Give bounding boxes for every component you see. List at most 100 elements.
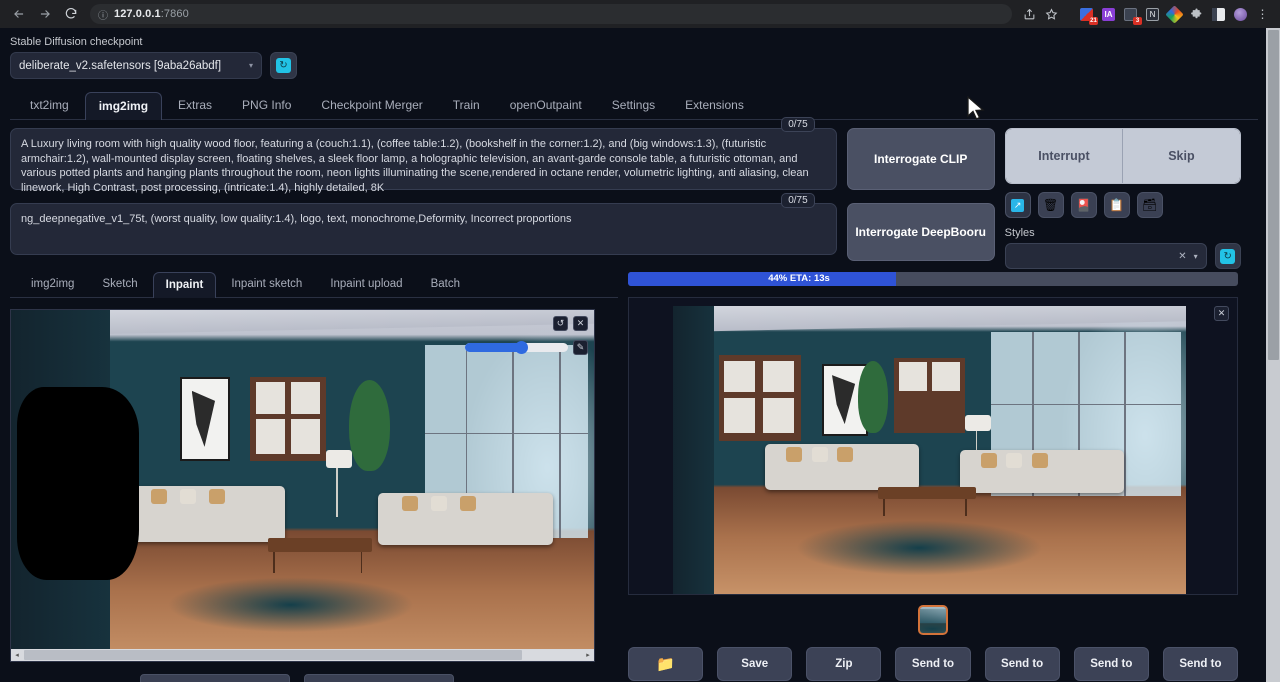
result-image-frame: ✕ [628,297,1238,595]
extension-badge-count: 21 [1089,17,1098,25]
canvas-horizontal-scrollbar[interactable]: ◂ ▸ [11,649,594,661]
result-pane: 44% ETA: 13s ✕ [628,271,1238,682]
refresh-checkpoints-button[interactable]: ↻ [270,52,297,79]
chevron-down-icon: ▾ [249,61,253,70]
scroll-left-arrow-icon[interactable]: ◂ [11,651,23,659]
browser-actions: 21 IA 3 N ⋮ [1022,7,1272,22]
extension-colorpicker-icon[interactable] [1167,7,1182,22]
img2img-sub-tabs: img2img Sketch Inpaint Inpaint sketch In… [10,271,618,298]
clipboard-icon[interactable]: 📋 [1104,192,1130,218]
result-action-buttons: 📁 Save Zip Send to Send to Send to Send … [628,647,1238,681]
checkpoint-dropdown[interactable]: deliberate_v2.safetensors [9aba26abdf] ▾ [10,52,262,79]
send-to-extras-button[interactable]: Send to [1074,647,1149,681]
generation-progress-bar: 44% ETA: 13s [628,272,1238,286]
trash-icon[interactable]: 🗑 [1038,192,1064,218]
subtab-inpaint-sketch[interactable]: Inpaint sketch [218,271,315,297]
negative-prompt-input[interactable]: ng_deepnegative_v1_75t, (worst quality, … [10,203,837,255]
interrupt-button[interactable]: Interrupt [1006,129,1123,183]
address-bar[interactable]: ⓘ 127.0.0.1:7860 [90,4,1012,24]
result-gallery [628,605,1238,635]
share-icon[interactable] [1022,7,1037,22]
styles-label: Styles [1005,227,1241,239]
page-scrollbar-thumb[interactable] [1268,30,1279,360]
img2img-pane: img2img Sketch Inpaint Inpaint sketch In… [10,271,618,682]
prompt-section: 0/75 A Luxury living room with high qual… [10,128,1258,255]
undo-icon[interactable]: ↺ [553,316,568,331]
subtab-batch[interactable]: Batch [418,271,473,297]
interrogate-deepbooru-button[interactable]: Interrogate DeepBooru [847,203,995,261]
site-info-icon[interactable]: ⓘ [98,7,108,22]
subtab-img2img[interactable]: img2img [18,271,87,297]
generation-controls: Interrogate CLIP Interrogate DeepBooru I… [847,128,1258,255]
webui-page: Stable Diffusion checkpoint deliberate_v… [0,28,1280,682]
control-strip[interactable] [304,674,454,682]
tab-img2img[interactable]: img2img [85,92,162,120]
result-thumbnail[interactable] [918,605,948,635]
scroll-right-arrow-icon[interactable]: ▸ [582,651,594,659]
cards-icon[interactable]: 🎴 [1071,192,1097,218]
positive-token-counter: 0/75 [781,117,814,132]
extension-puzzle-icon[interactable] [1189,7,1204,22]
interrogate-clip-button[interactable]: Interrogate CLIP [847,128,995,190]
main-tabs: txt2img img2img Extras PNG Info Checkpoi… [10,91,1258,120]
tab-txt2img[interactable]: txt2img [16,91,83,119]
control-strip[interactable] [140,674,290,682]
workspace: img2img Sketch Inpaint Inpaint sketch In… [10,271,1258,682]
pen-arrow-icon[interactable]: ↗ [1005,192,1031,218]
subtab-sketch[interactable]: Sketch [89,271,150,297]
canvas-toolbar: ↺ ✕ [553,316,588,331]
star-icon[interactable] [1044,7,1059,22]
reload-icon[interactable] [60,3,82,25]
extension-screenshot-icon[interactable]: 3 [1123,7,1138,22]
open-folder-button[interactable]: 📁 [628,647,703,681]
checkpoint-row: deliberate_v2.safetensors [9aba26abdf] ▾… [10,52,1258,79]
zip-button[interactable]: Zip [806,647,881,681]
send-to-img2img-button[interactable]: Send to [895,647,970,681]
tab-train[interactable]: Train [439,91,494,119]
save-button[interactable]: Save [717,647,792,681]
canvas-scrollbar-thumb[interactable] [24,650,522,660]
tab-openoutpaint[interactable]: openOutpaint [496,91,596,119]
forward-arrow-icon[interactable] [34,3,56,25]
browser-toolbar: ⓘ 127.0.0.1:7860 21 IA 3 N [0,0,1280,28]
refresh-icon: ↻ [276,58,291,73]
extension-ia-icon[interactable]: IA [1101,7,1116,22]
below-canvas-controls [10,674,618,682]
interrogate-buttons: Interrogate CLIP Interrogate DeepBooru [847,128,995,261]
positive-prompt-input[interactable]: A Luxury living room with high quality w… [10,128,837,190]
brush-icon[interactable]: ✎ [573,340,588,355]
tab-extensions[interactable]: Extensions [671,91,758,119]
extension-globe-icon[interactable] [1233,7,1248,22]
tab-extras[interactable]: Extras [164,91,226,119]
extension-notion-icon[interactable]: N [1145,7,1160,22]
tab-settings[interactable]: Settings [598,91,669,119]
brush-size-slider[interactable] [465,343,568,352]
tab-png-info[interactable]: PNG Info [228,91,305,119]
interrupt-skip-group: Interrupt Skip [1005,128,1241,184]
generated-image[interactable] [673,306,1186,594]
refresh-styles-button[interactable]: ↻ [1215,243,1241,269]
kebab-menu-icon[interactable]: ⋮ [1255,7,1270,22]
page-scrollbar[interactable] [1266,28,1280,682]
clear-x-icon[interactable]: ✕ [1178,251,1186,262]
close-icon[interactable]: ✕ [573,316,588,331]
chevron-down-icon[interactable]: ▾ [1194,252,1198,261]
filebox-icon[interactable]: 🗃 [1137,192,1163,218]
slider-handle[interactable] [515,341,528,354]
send-to-inpaint-button[interactable]: Send to [985,647,1060,681]
prompt-column: 0/75 A Luxury living room with high qual… [10,128,837,255]
close-icon[interactable]: ✕ [1214,306,1229,321]
tab-checkpoint-merger[interactable]: Checkpoint Merger [307,91,436,119]
subtab-inpaint-upload[interactable]: Inpaint upload [317,271,415,297]
back-arrow-icon[interactable] [8,3,30,25]
styles-dropdown[interactable]: ✕ ▾ [1005,243,1207,269]
extension-sidepanel-icon[interactable] [1211,7,1226,22]
subtab-inpaint[interactable]: Inpaint [153,272,217,298]
skip-button[interactable]: Skip [1122,129,1240,183]
refresh-icon: ↻ [1220,249,1235,264]
styles-row: ✕ ▾ ↻ [1005,243,1241,269]
send-to-other-button[interactable]: Send to [1163,647,1238,681]
inpaint-canvas[interactable]: ↺ ✕ ✎ ◂ ▸ [10,309,595,662]
checkpoint-label: Stable Diffusion checkpoint [10,36,1258,48]
extension-red-blue-icon[interactable]: 21 [1079,7,1094,22]
